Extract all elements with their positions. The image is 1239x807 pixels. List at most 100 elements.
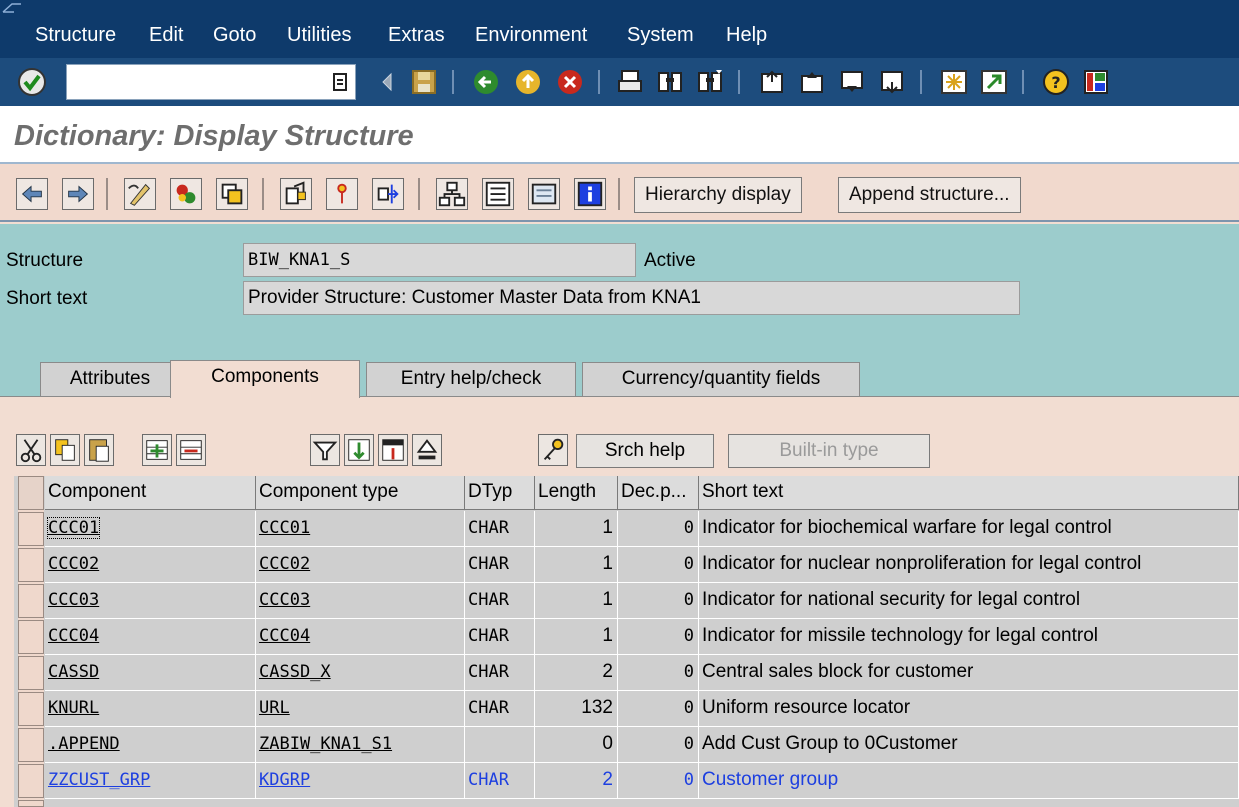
table-row-component-type[interactable]: CCC03 (256, 583, 465, 619)
command-history-icon[interactable] (333, 73, 347, 91)
check-object-icon[interactable] (170, 178, 202, 210)
row-selector[interactable] (18, 764, 44, 798)
row-selector[interactable] (18, 620, 44, 654)
command-field[interactable] (66, 64, 356, 100)
component-type-link[interactable]: CCC03 (259, 590, 310, 610)
col-header-component-type[interactable]: Component type (256, 476, 465, 510)
delete-row-icon[interactable] (176, 434, 206, 466)
tab-components[interactable]: Components (170, 360, 360, 398)
component-link[interactable]: KNURL (48, 698, 99, 718)
table-row-component[interactable]: CCC03 (45, 583, 256, 619)
hierarchy-display-button[interactable]: Hierarchy display (634, 177, 802, 213)
insert-row-icon[interactable] (142, 434, 172, 466)
exit-icon[interactable] (514, 68, 542, 96)
table-row-component-type[interactable]: CCC04 (256, 619, 465, 655)
short-text-field[interactable]: Provider Structure: Customer Master Data… (243, 281, 1020, 315)
row-selector[interactable] (18, 512, 44, 546)
table-row-component-type[interactable]: CCC02 (256, 547, 465, 583)
srch-help-button[interactable]: Srch help (576, 434, 714, 468)
find-next-icon[interactable] (696, 68, 724, 96)
row-selector[interactable] (18, 656, 44, 690)
row-selector[interactable] (18, 548, 44, 582)
help-icon[interactable]: ? (1042, 68, 1070, 96)
scroll-top-icon[interactable] (412, 434, 442, 466)
table-row-component[interactable]: KNURL (45, 691, 256, 727)
last-page-icon[interactable] (878, 68, 906, 96)
select-all-cell[interactable] (18, 476, 44, 510)
col-header-length[interactable]: Length (535, 476, 618, 510)
component-link[interactable]: CCC03 (48, 590, 99, 610)
table-row-component[interactable]: CCC02 (45, 547, 256, 583)
column-config-icon[interactable] (378, 434, 408, 466)
col-header-short-text[interactable]: Short text (699, 476, 1239, 510)
table-row-component-type[interactable]: KDGRP (256, 763, 465, 799)
menu-environment[interactable]: Environment (475, 22, 587, 48)
menu-system[interactable]: System (627, 22, 694, 48)
information-icon[interactable] (574, 178, 606, 210)
previous-page-icon[interactable] (798, 68, 826, 96)
system-menu-icon[interactable] (2, 2, 22, 14)
paste-icon[interactable] (84, 434, 114, 466)
row-selector[interactable] (18, 728, 44, 762)
col-header-decimal-places[interactable]: Dec.p... (618, 476, 699, 510)
row-selector[interactable] (18, 584, 44, 618)
table-row-component-type[interactable]: ZABIW_KNA1_S1 (256, 727, 465, 763)
save-icon[interactable] (410, 68, 438, 96)
key-icon[interactable] (538, 434, 568, 466)
table-row-component[interactable]: ZZCUST_GRP (45, 763, 256, 799)
enter-check-icon[interactable] (16, 66, 48, 98)
back-icon[interactable] (472, 68, 500, 96)
cut-icon[interactable] (16, 434, 46, 466)
component-type-link[interactable]: KDGRP (259, 770, 310, 790)
table-row-component[interactable]: CCC04 (45, 619, 256, 655)
menu-goto[interactable]: Goto (213, 22, 256, 48)
tab-entry-help-check[interactable]: Entry help/check (366, 362, 576, 396)
tab-attributes[interactable]: Attributes (40, 362, 180, 396)
component-link[interactable]: ZZCUST_GRP (48, 770, 150, 790)
sort-icon[interactable] (344, 434, 374, 466)
menu-help[interactable]: Help (726, 22, 767, 48)
table-display-icon[interactable] (482, 178, 514, 210)
component-link[interactable]: CCC01 (46, 517, 101, 539)
navigation-icon[interactable] (372, 178, 404, 210)
row-selector[interactable] (18, 800, 44, 807)
row-selector[interactable] (18, 692, 44, 726)
table-row-component[interactable]: CASSD (45, 655, 256, 691)
table-row-component-type[interactable]: CCC01 (256, 511, 465, 547)
component-type-link[interactable]: CCC02 (259, 554, 310, 574)
shortcut-icon[interactable] (980, 68, 1008, 96)
component-link[interactable]: CCC04 (48, 626, 99, 646)
filter-icon[interactable] (310, 434, 340, 466)
layout-menu-icon[interactable] (1082, 68, 1110, 96)
table-row-component[interactable]: CCC01 (45, 511, 256, 547)
component-link[interactable]: CASSD (48, 662, 99, 682)
menu-extras[interactable]: Extras (388, 22, 445, 48)
table-row-component[interactable]: .APPEND (45, 727, 256, 763)
component-type-link[interactable]: CASSD_X (259, 662, 331, 682)
menu-structure[interactable]: Structure (35, 22, 116, 48)
hierarchy-tree-icon[interactable] (436, 178, 468, 210)
where-used-icon[interactable] (280, 178, 312, 210)
copy-icon[interactable] (50, 434, 80, 466)
append-structure-button[interactable]: Append structure... (838, 177, 1021, 213)
menu-edit[interactable]: Edit (149, 22, 183, 48)
component-type-link[interactable]: URL (259, 698, 290, 718)
object-list-icon[interactable] (326, 178, 358, 210)
built-in-type-button[interactable]: Built-in type (728, 434, 930, 468)
activate-icon[interactable] (216, 178, 248, 210)
component-link[interactable]: .APPEND (48, 734, 120, 754)
print-icon[interactable] (616, 68, 644, 96)
list-icon[interactable] (528, 178, 560, 210)
create-session-icon[interactable] (940, 68, 968, 96)
col-header-component[interactable]: Component (45, 476, 256, 510)
structure-field[interactable]: BIW_KNA1_S (243, 243, 636, 277)
table-row-component-type[interactable]: URL (256, 691, 465, 727)
tab-currency-quantity-fields[interactable]: Currency/quantity fields (582, 362, 860, 396)
display-change-icon[interactable] (124, 178, 156, 210)
component-type-link[interactable]: CCC04 (259, 626, 310, 646)
collapse-arrow-icon[interactable] (378, 68, 396, 96)
back-arrow-icon[interactable] (16, 178, 48, 210)
forward-arrow-icon[interactable] (62, 178, 94, 210)
cancel-icon[interactable] (556, 68, 584, 96)
table-row-component-type[interactable]: CASSD_X (256, 655, 465, 691)
